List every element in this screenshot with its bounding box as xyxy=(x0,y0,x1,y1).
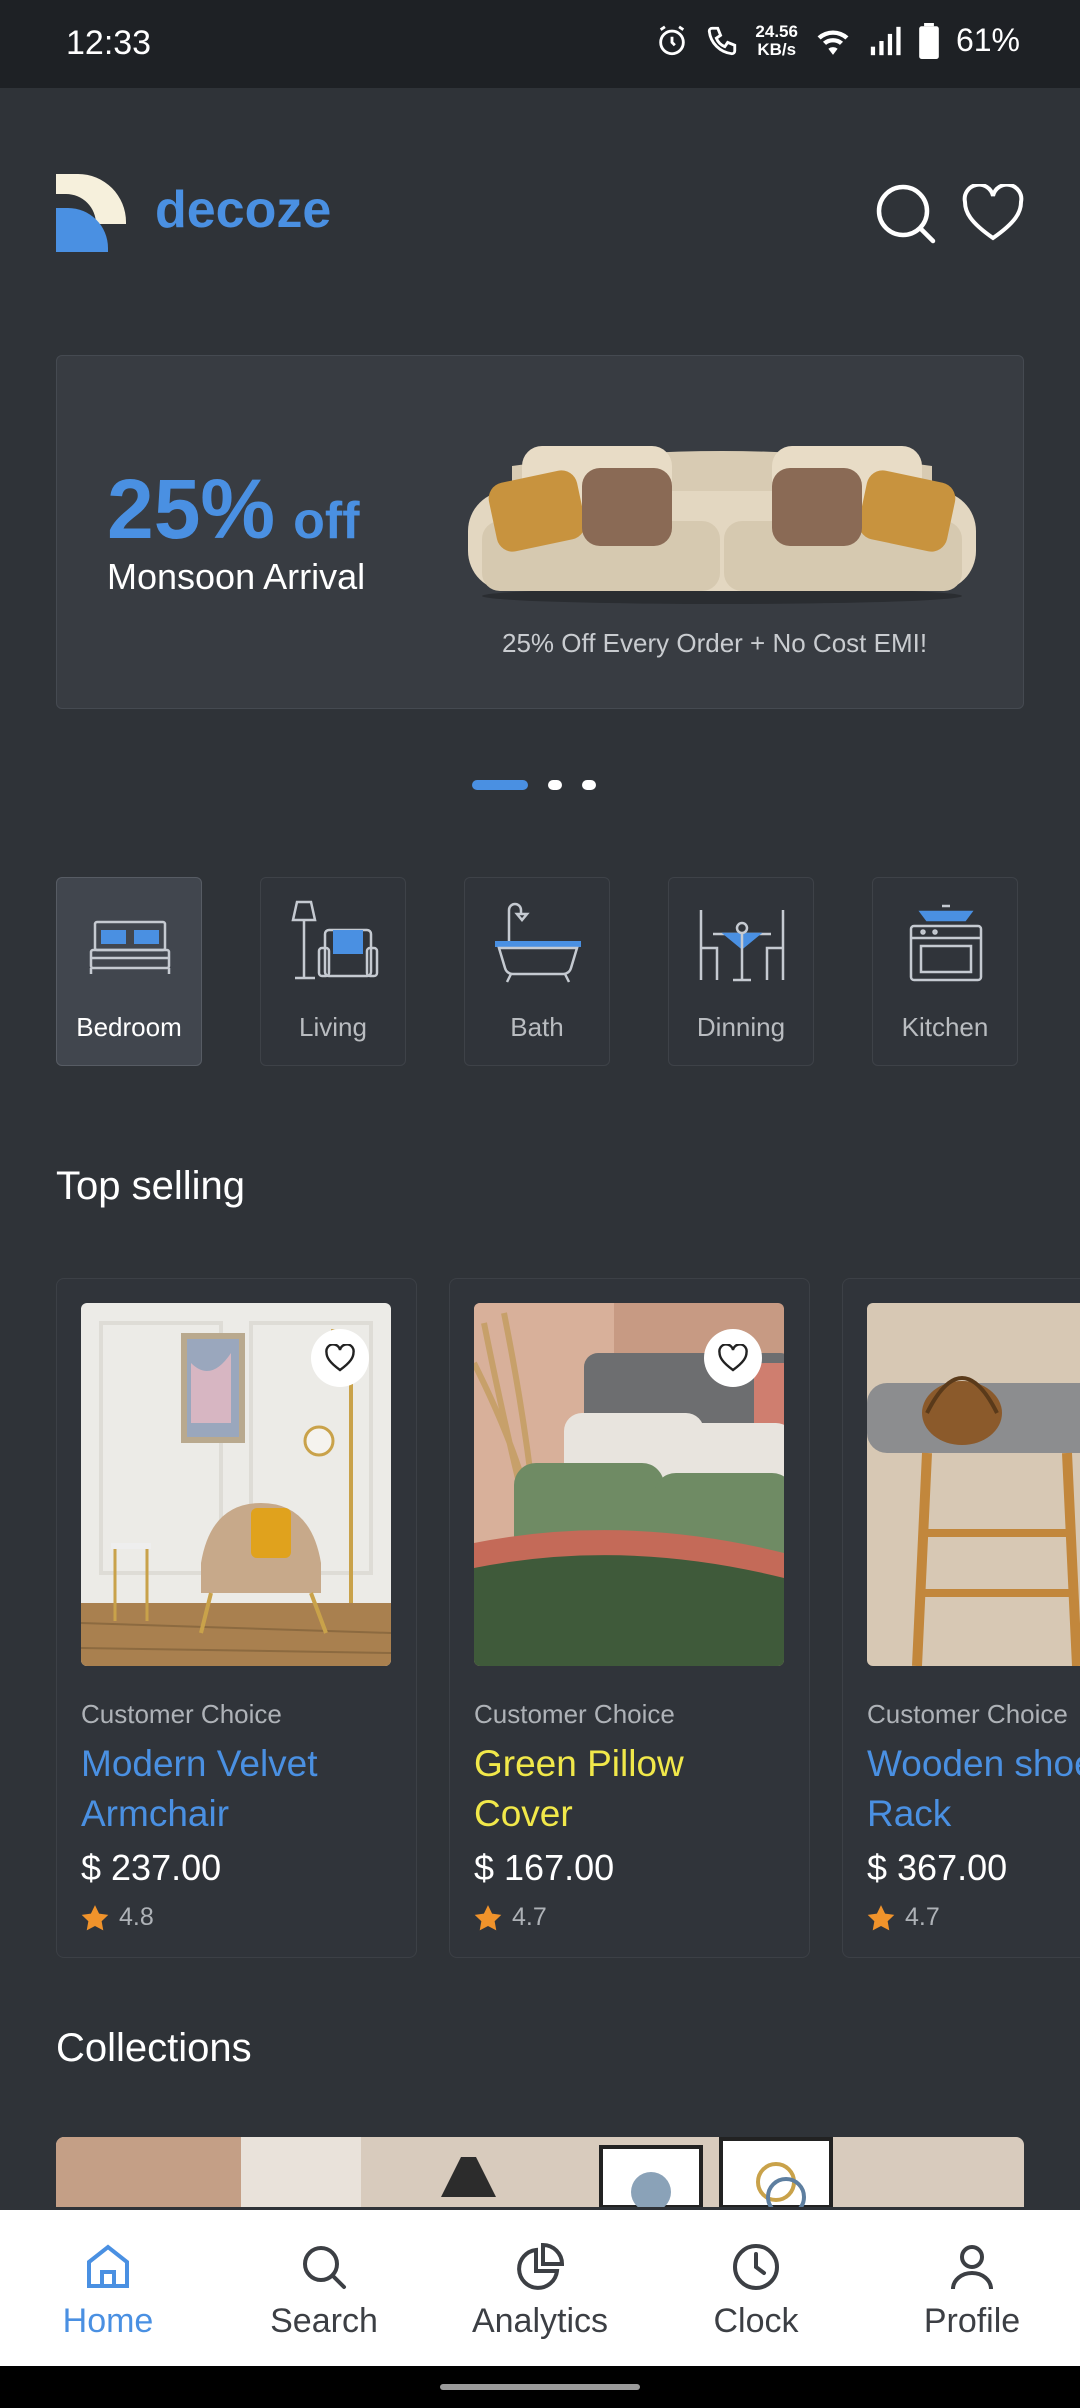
product-price: $ 237.00 xyxy=(81,1847,222,1888)
nav-label: Profile xyxy=(923,2302,1021,2340)
search-icon[interactable] xyxy=(874,182,938,246)
decoze-logo-icon xyxy=(56,174,126,252)
collection-image[interactable] xyxy=(56,2137,1024,2207)
network-speed: 24.56 KB/s xyxy=(755,21,798,59)
home-icon xyxy=(87,2244,129,2288)
wifi-call-icon xyxy=(708,26,737,55)
nav-analytics[interactable]: Analytics xyxy=(432,2210,648,2366)
armchair-lamp-icon xyxy=(291,900,379,980)
status-icons: 24.56 KB/s 61% xyxy=(655,22,1020,59)
product-image xyxy=(867,1303,1080,1666)
product-name[interactable]: Green Pillow Cover xyxy=(474,1739,784,1839)
discount-text: 25% off xyxy=(107,461,360,558)
carousel-dot-active[interactable] xyxy=(472,780,528,790)
battery-level: 61% xyxy=(955,22,1020,58)
rating-value: 4.7 xyxy=(905,1903,940,1931)
category-bedroom[interactable]: Bedroom xyxy=(56,877,202,1066)
heart-icon xyxy=(325,1344,355,1372)
status-bar: 12:33 24.56 KB/s 61% xyxy=(0,0,1080,88)
rating-value: 4.8 xyxy=(119,1903,154,1931)
app-header: decoze xyxy=(0,160,1080,270)
nav-clock[interactable]: Clock xyxy=(648,2210,864,2366)
product-card[interactable]: Customer Choice Modern Velvet Armchair $… xyxy=(56,1278,417,1958)
pie-chart-icon xyxy=(517,2242,565,2290)
home-indicator[interactable] xyxy=(440,2384,640,2390)
speed-value: 24.56 xyxy=(755,21,798,41)
promo-banner[interactable]: 25% off Monsoon Arrival 25% Off Every Or… xyxy=(56,355,1024,709)
category-living[interactable]: Living xyxy=(260,877,406,1066)
product-name[interactable]: Modern Velvet Armchair xyxy=(81,1739,391,1839)
speed-unit: KB/s xyxy=(757,39,797,59)
discount-off: off xyxy=(293,492,360,550)
product-card[interactable]: Customer Choice Green Pillow Cover $ 167… xyxy=(449,1278,810,1958)
category-label: Bath xyxy=(510,1012,564,1042)
category-bath[interactable]: Bath xyxy=(464,877,610,1066)
alarm-icon xyxy=(659,25,686,55)
carousel-dot[interactable] xyxy=(548,780,562,790)
oven-icon xyxy=(909,904,983,982)
banner-terms: 25% Off Every Order + No Cost EMI! xyxy=(502,628,928,658)
product-name[interactable]: Wooden shoe Rack xyxy=(867,1739,1080,1839)
nav-label: Home xyxy=(62,2302,154,2340)
bed-icon xyxy=(89,920,171,974)
star-icon xyxy=(474,1904,502,1930)
signal-icon xyxy=(870,26,901,55)
carousel-indicator xyxy=(472,780,596,790)
dining-table-icon xyxy=(699,910,785,982)
category-list: Bedroom Living Bath Dinning Kitchen xyxy=(56,877,1018,1066)
product-price: $ 367.00 xyxy=(867,1847,1008,1888)
heart-icon[interactable] xyxy=(962,184,1024,242)
category-label: Kitchen xyxy=(901,1012,989,1042)
product-tag: Customer Choice xyxy=(867,1699,1068,1729)
clock-icon xyxy=(733,2244,779,2290)
nav-home[interactable]: Home xyxy=(0,2210,216,2366)
user-icon xyxy=(951,2245,993,2290)
nav-label: Search xyxy=(270,2302,378,2340)
bathtub-icon xyxy=(495,902,581,983)
product-price: $ 167.00 xyxy=(474,1847,615,1888)
collections-title: Collections xyxy=(56,2026,252,2070)
category-label: Living xyxy=(299,1012,367,1042)
star-icon xyxy=(81,1904,109,1930)
product-tag: Customer Choice xyxy=(474,1699,675,1729)
brand-name: decoze xyxy=(155,181,332,239)
top-selling-list: Customer Choice Modern Velvet Armchair $… xyxy=(56,1278,1080,1958)
product-rating: 4.8 xyxy=(81,1903,154,1932)
product-image xyxy=(81,1303,391,1666)
favorite-button[interactable] xyxy=(311,1329,369,1387)
top-selling-title: Top selling xyxy=(56,1164,246,1208)
category-label: Dinning xyxy=(696,1012,786,1042)
rating-value: 4.7 xyxy=(512,1903,547,1931)
category-label: Bedroom xyxy=(76,1012,182,1042)
status-time: 12:33 xyxy=(66,24,152,62)
heart-icon xyxy=(718,1344,748,1372)
product-tag: Customer Choice xyxy=(81,1699,282,1729)
carousel-dot[interactable] xyxy=(582,780,596,790)
product-image xyxy=(474,1303,784,1666)
sofa-image xyxy=(468,446,976,604)
nav-label: Analytics xyxy=(471,2302,609,2340)
banner-subtitle: Monsoon Arrival xyxy=(107,556,366,597)
bottom-navigation: Home Search Analytics Clock Profile xyxy=(0,2210,1080,2366)
star-icon xyxy=(867,1904,895,1930)
favorite-button[interactable] xyxy=(704,1329,762,1387)
discount-percent: 25% xyxy=(107,462,276,556)
category-kitchen[interactable]: Kitchen xyxy=(872,877,1018,1066)
category-dinning[interactable]: Dinning xyxy=(668,877,814,1066)
search-icon xyxy=(303,2246,346,2289)
battery-icon xyxy=(919,22,939,59)
nav-label: Clock xyxy=(713,2302,799,2340)
nav-profile[interactable]: Profile xyxy=(864,2210,1080,2366)
nav-search[interactable]: Search xyxy=(216,2210,432,2366)
wifi-icon xyxy=(817,29,849,55)
product-rating: 4.7 xyxy=(867,1903,940,1932)
gesture-bar xyxy=(0,2366,1080,2408)
product-rating: 4.7 xyxy=(474,1903,547,1932)
product-card[interactable]: Customer Choice Wooden shoe Rack $ 367.0… xyxy=(842,1278,1080,1958)
